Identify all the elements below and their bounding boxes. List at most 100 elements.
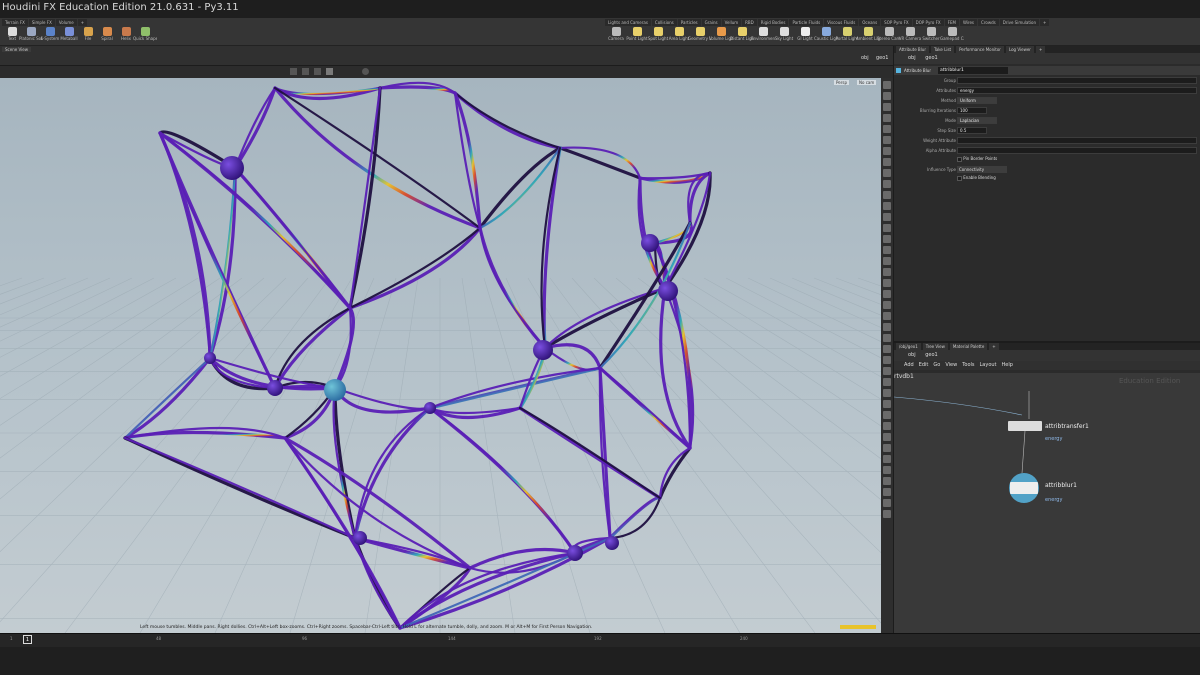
display-option-icon[interactable]	[883, 455, 891, 463]
shelf-left-tab-2[interactable]: Volume	[55, 19, 77, 26]
parm-field[interactable]: 100	[957, 107, 987, 114]
enable-blending-checkbox[interactable]	[957, 175, 962, 181]
display-option-icon[interactable]	[883, 488, 891, 496]
shelf-left-tab-1[interactable]: Simple FX	[28, 19, 55, 26]
parm-path-geo[interactable]: geo1	[925, 55, 938, 61]
persp-menu[interactable]: Persp	[834, 80, 849, 85]
display-option-icon[interactable]	[883, 92, 891, 100]
parm-field[interactable]: 0.5	[957, 127, 987, 134]
attribblur-node[interactable]	[1010, 482, 1038, 494]
display-option-icon[interactable]	[883, 378, 891, 386]
influence-select[interactable]: Connectivity	[957, 166, 1007, 173]
select-tool-icon[interactable]	[290, 68, 297, 75]
display-option-icon[interactable]	[883, 103, 891, 111]
net-tab-1[interactable]: Tree View	[922, 343, 948, 350]
display-option-icon[interactable]	[883, 356, 891, 364]
display-option-icon[interactable]	[883, 389, 891, 397]
move-tool-icon[interactable]	[302, 68, 309, 75]
display-option-icon[interactable]	[883, 268, 891, 276]
shelf-right-tab-4[interactable]: Vellum	[721, 19, 742, 26]
display-option-icon[interactable]	[883, 477, 891, 485]
shelf-right-tab-5[interactable]: RBD	[742, 19, 757, 26]
net-menu-view[interactable]: View	[945, 361, 957, 370]
node-name-field[interactable]: attribblur1	[938, 67, 1008, 74]
net-tab-2[interactable]: Material Palette	[949, 343, 988, 350]
display-option-icon[interactable]	[883, 257, 891, 265]
display-option-icon[interactable]	[883, 279, 891, 287]
snap-tool-icon[interactable]	[362, 68, 369, 75]
parm-tab-1[interactable]: Take List	[930, 46, 955, 53]
display-option-icon[interactable]	[883, 191, 891, 199]
net-path-obj[interactable]: obj	[908, 352, 916, 358]
shelf-right-tab-0[interactable]: Lights and Cameras	[605, 19, 651, 26]
display-option-icon[interactable]	[883, 169, 891, 177]
display-option-icon[interactable]	[883, 147, 891, 155]
parm-tab-2[interactable]: Performance Monitor	[956, 46, 1004, 53]
shelf-right-tab-12[interactable]: FEM	[944, 19, 959, 26]
display-option-icon[interactable]	[883, 125, 891, 133]
enable-blending-toggle[interactable]: Enable Blending	[957, 175, 996, 181]
display-option-icon[interactable]	[883, 136, 891, 144]
display-option-icon[interactable]	[883, 323, 891, 331]
parm-field[interactable]: Laplacian	[957, 117, 997, 124]
shelf-right-tab-14[interactable]: Crowds	[978, 19, 999, 26]
rotate-tool-icon[interactable]	[314, 68, 321, 75]
display-option-icon[interactable]	[883, 433, 891, 441]
shelf-right-tab-10[interactable]: SOP Pyro FX	[881, 19, 912, 26]
scene-viewport[interactable]: Persp No cam	[0, 78, 881, 633]
shelf-left-tab-3[interactable]: +	[77, 19, 88, 26]
parm-tab-0[interactable]: Attribute Blur	[896, 46, 929, 53]
display-option-icon[interactable]	[883, 81, 891, 89]
display-option-icon[interactable]	[883, 411, 891, 419]
display-option-icon[interactable]	[883, 246, 891, 254]
shelf-right-tab-9[interactable]: Oceans	[859, 19, 881, 26]
display-option-icon[interactable]	[883, 290, 891, 298]
parm-field[interactable]	[957, 137, 1197, 144]
net-menu-go[interactable]: Go	[933, 361, 940, 370]
display-option-icon[interactable]	[883, 158, 891, 166]
parm-path-obj[interactable]: obj	[908, 55, 916, 61]
display-option-icon[interactable]	[883, 367, 891, 375]
shelf-right-tab-2[interactable]: Particles	[677, 19, 701, 26]
path-obj[interactable]: obj	[861, 55, 869, 61]
parm-tab-4[interactable]: +	[1035, 46, 1046, 53]
shelf-left-tab-0[interactable]: Terrain FX	[2, 19, 28, 26]
net-menu-edit[interactable]: Edit	[919, 361, 929, 370]
net-menu-layout[interactable]: Layout	[980, 361, 997, 370]
display-option-icon[interactable]	[883, 499, 891, 507]
display-option-icon[interactable]	[883, 400, 891, 408]
scene-view-tab[interactable]: Scene View	[2, 47, 31, 52]
display-option-icon[interactable]	[883, 345, 891, 353]
net-tab-0[interactable]: /obj/geo1	[896, 343, 921, 350]
shelf-tool-gamepad[interactable]: Gamepad Camera	[940, 27, 964, 46]
display-option-icon[interactable]	[883, 444, 891, 452]
net-path-geo[interactable]: geo1	[925, 352, 938, 358]
shelf-right-tab-3[interactable]: Grains	[701, 19, 721, 26]
display-option-icon[interactable]	[883, 312, 891, 320]
parm-tab-3[interactable]: Log Viewer	[1005, 46, 1034, 53]
path-geo[interactable]: geo1	[876, 55, 889, 61]
net-menu-add[interactable]: Add	[904, 361, 914, 370]
current-frame-marker[interactable]: 1	[23, 635, 32, 644]
shelf-tool-shapes[interactable]: Quick Shapes	[133, 27, 157, 46]
shelf-right-tab-16[interactable]: +	[1039, 19, 1050, 26]
shelf-right-tab-7[interactable]: Particle Fluids	[789, 19, 824, 26]
scale-tool-icon[interactable]	[326, 68, 333, 75]
display-option-icon[interactable]	[883, 224, 891, 232]
attribtransfer-node[interactable]	[1008, 421, 1042, 431]
display-option-icon[interactable]	[883, 510, 891, 518]
display-option-icon[interactable]	[883, 422, 891, 430]
pin-border-toggle[interactable]: Pin Border Points	[957, 156, 997, 162]
parm-field[interactable]	[957, 147, 1197, 154]
display-option-icon[interactable]	[883, 301, 891, 309]
parm-field[interactable]: Uniform	[957, 97, 997, 104]
display-option-icon[interactable]	[883, 202, 891, 210]
shelf-right-tab-8[interactable]: Viscous Fluids	[824, 19, 859, 26]
display-option-icon[interactable]	[883, 180, 891, 188]
pin-border-checkbox[interactable]	[957, 156, 962, 162]
shelf-right-tab-13[interactable]: Wires	[959, 19, 978, 26]
shelf-right-tab-1[interactable]: Collisions	[651, 19, 677, 26]
display-option-icon[interactable]	[883, 114, 891, 122]
camera-menu[interactable]: No cam	[857, 80, 877, 85]
parm-field[interactable]	[957, 77, 1197, 84]
